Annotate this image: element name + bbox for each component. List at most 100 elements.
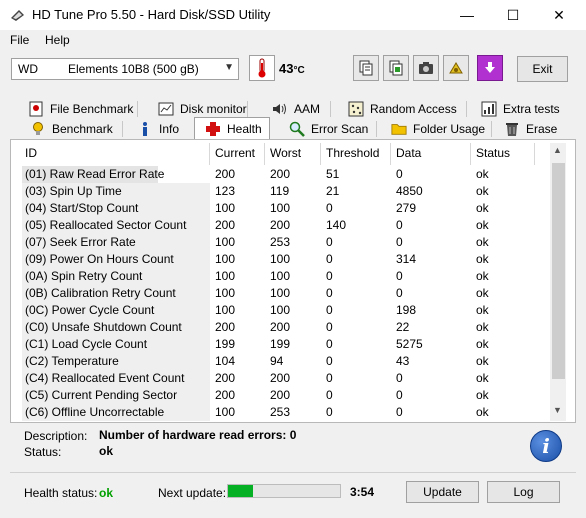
menu-help[interactable]: Help [45, 33, 70, 47]
extra-tests-icon [481, 101, 497, 117]
cell-current: 100 [215, 286, 236, 300]
cell-threshold: 0 [326, 388, 333, 402]
scroll-up-icon[interactable]: ▲ [553, 145, 562, 155]
column-header-data[interactable]: Data [396, 146, 421, 164]
cell-threshold: 0 [326, 371, 333, 385]
tab-extra-tests[interactable]: Extra tests [481, 99, 560, 119]
cell-id: (0C) Power Cycle Count [25, 303, 155, 317]
column-header-worst[interactable]: Worst [270, 146, 301, 164]
copy-screen-button[interactable] [383, 55, 409, 81]
table-row[interactable]: (03) Spin Up Time 123 119 21 4850 ok [20, 183, 548, 200]
table-row[interactable]: (07) Seek Error Rate 100 253 0 0 ok [20, 234, 548, 251]
table-row[interactable]: (C4) Reallocated Event Count 200 200 0 0 ok [20, 370, 548, 387]
drive-select[interactable]: WD Elements 10B8 (500 gB) ▼ [11, 58, 239, 80]
column-header-status[interactable]: Status [476, 146, 510, 164]
cell-id: (05) Reallocated Sector Count [25, 218, 187, 232]
minimize-button[interactable]: — [444, 0, 490, 30]
cell-id: (01) Raw Read Error Rate [25, 167, 165, 181]
trash-icon [504, 121, 520, 137]
tab-separator [137, 101, 138, 117]
tab-aam[interactable]: AAM [272, 99, 320, 119]
tab-folder-usage[interactable]: Folder Usage [391, 119, 485, 139]
cell-data: 0 [396, 405, 403, 419]
tab-health[interactable]: Health [194, 117, 270, 140]
column-divider [390, 143, 391, 165]
cell-data: 0 [396, 269, 403, 283]
cell-threshold: 0 [326, 269, 333, 283]
tab-random-access[interactable]: Random Access [348, 99, 457, 119]
log-button[interactable]: Log [487, 481, 560, 503]
column-divider [209, 143, 210, 165]
tab-disk-monitor[interactable]: Disk monitor [158, 99, 247, 119]
table-row[interactable]: (C5) Current Pending Sector 200 200 0 0 ok [20, 387, 548, 404]
scrollbar-thumb[interactable] [552, 163, 565, 379]
table-row[interactable]: (09) Power On Hours Count 100 100 0 314 ok [20, 251, 548, 268]
cell-current: 104 [215, 354, 236, 368]
update-button[interactable]: Update [406, 481, 479, 503]
tab-separator [330, 101, 331, 117]
options-button[interactable] [443, 55, 469, 81]
tab-info[interactable]: Info [137, 119, 179, 139]
column-divider [534, 143, 535, 165]
table-row[interactable]: (C2) Temperature 104 94 0 43 ok [20, 353, 548, 370]
cell-status: ok [476, 371, 489, 385]
cell-id: (C0) Unsafe Shutdown Count [25, 320, 182, 334]
cell-status: ok [476, 252, 489, 266]
tab-file-benchmark[interactable]: File Benchmark [28, 99, 133, 119]
status-label: Status: [24, 445, 62, 459]
table-row[interactable]: (C6) Offline Uncorrectable 100 253 0 0 ok [20, 404, 548, 421]
table-row[interactable]: (C1) Load Cycle Count 199 199 0 5275 ok [20, 336, 548, 353]
cell-worst: 200 [270, 218, 291, 232]
info-icon [137, 121, 153, 137]
table-row[interactable]: (0C) Power Cycle Count 100 100 0 198 ok [20, 302, 548, 319]
cell-worst: 253 [270, 235, 291, 249]
column-header-id[interactable]: ID [25, 146, 37, 164]
tab-erase[interactable]: Erase [504, 119, 557, 139]
cell-threshold: 51 [326, 167, 340, 181]
info-icon: i [542, 434, 550, 458]
cell-status: ok [476, 167, 489, 181]
app-icon [10, 8, 26, 22]
cell-data: 0 [396, 235, 403, 249]
cell-id: (C4) Reallocated Event Count [25, 371, 185, 385]
cell-threshold: 0 [326, 354, 333, 368]
scroll-down-icon[interactable]: ▼ [553, 405, 562, 415]
cell-threshold: 0 [326, 303, 333, 317]
cell-data: 314 [396, 252, 417, 266]
tab-separator [122, 121, 123, 137]
cell-threshold: 0 [326, 337, 333, 351]
maximize-button[interactable]: ☐ [490, 0, 536, 30]
folder-icon [391, 121, 407, 137]
column-header-current[interactable]: Current [215, 146, 255, 164]
menu-bar [0, 30, 586, 50]
table-row[interactable]: (01) Raw Read Error Rate 200 200 51 0 ok [20, 166, 548, 183]
tab-error-scan[interactable]: Error Scan [289, 119, 368, 139]
close-button[interactable]: ✕ [536, 0, 582, 30]
cell-data: 22 [396, 320, 410, 334]
column-header-threshold[interactable]: Threshold [326, 146, 379, 164]
cell-status: ok [476, 388, 489, 402]
table-row[interactable]: (05) Reallocated Sector Count 200 200 140 0 o… [20, 217, 548, 234]
cell-status: ok [476, 218, 489, 232]
cell-id: (04) Start/Stop Count [25, 201, 139, 215]
info-button[interactable]: i [530, 430, 562, 462]
cell-worst: 100 [270, 201, 291, 215]
menu-file[interactable]: File [10, 33, 29, 47]
table-row[interactable]: (C0) Unsafe Shutdown Count 200 200 0 22 ok [20, 319, 548, 336]
temperature-readout: 43°C [279, 61, 305, 76]
exit-button[interactable]: Exit [517, 56, 568, 82]
table-row[interactable]: (0B) Calibration Retry Count 100 100 0 0 ok [20, 285, 548, 302]
temperature-button[interactable] [249, 55, 275, 81]
copy-info-button[interactable] [353, 55, 379, 81]
save-button[interactable] [477, 55, 503, 81]
screenshot-button[interactable] [413, 55, 439, 81]
description-label: Description: [24, 429, 88, 443]
cell-id: (0B) Calibration Retry Count [25, 286, 176, 300]
table-row[interactable]: (04) Start/Stop Count 100 100 0 279 ok [20, 200, 548, 217]
tab-benchmark[interactable]: Benchmark [30, 119, 113, 139]
next-update-label: Next update: [158, 486, 227, 500]
table-row[interactable]: (0A) Spin Retry Count 100 100 0 0 ok [20, 268, 548, 285]
cell-worst: 100 [270, 252, 291, 266]
cell-current: 100 [215, 201, 236, 215]
cell-threshold: 21 [326, 184, 340, 198]
